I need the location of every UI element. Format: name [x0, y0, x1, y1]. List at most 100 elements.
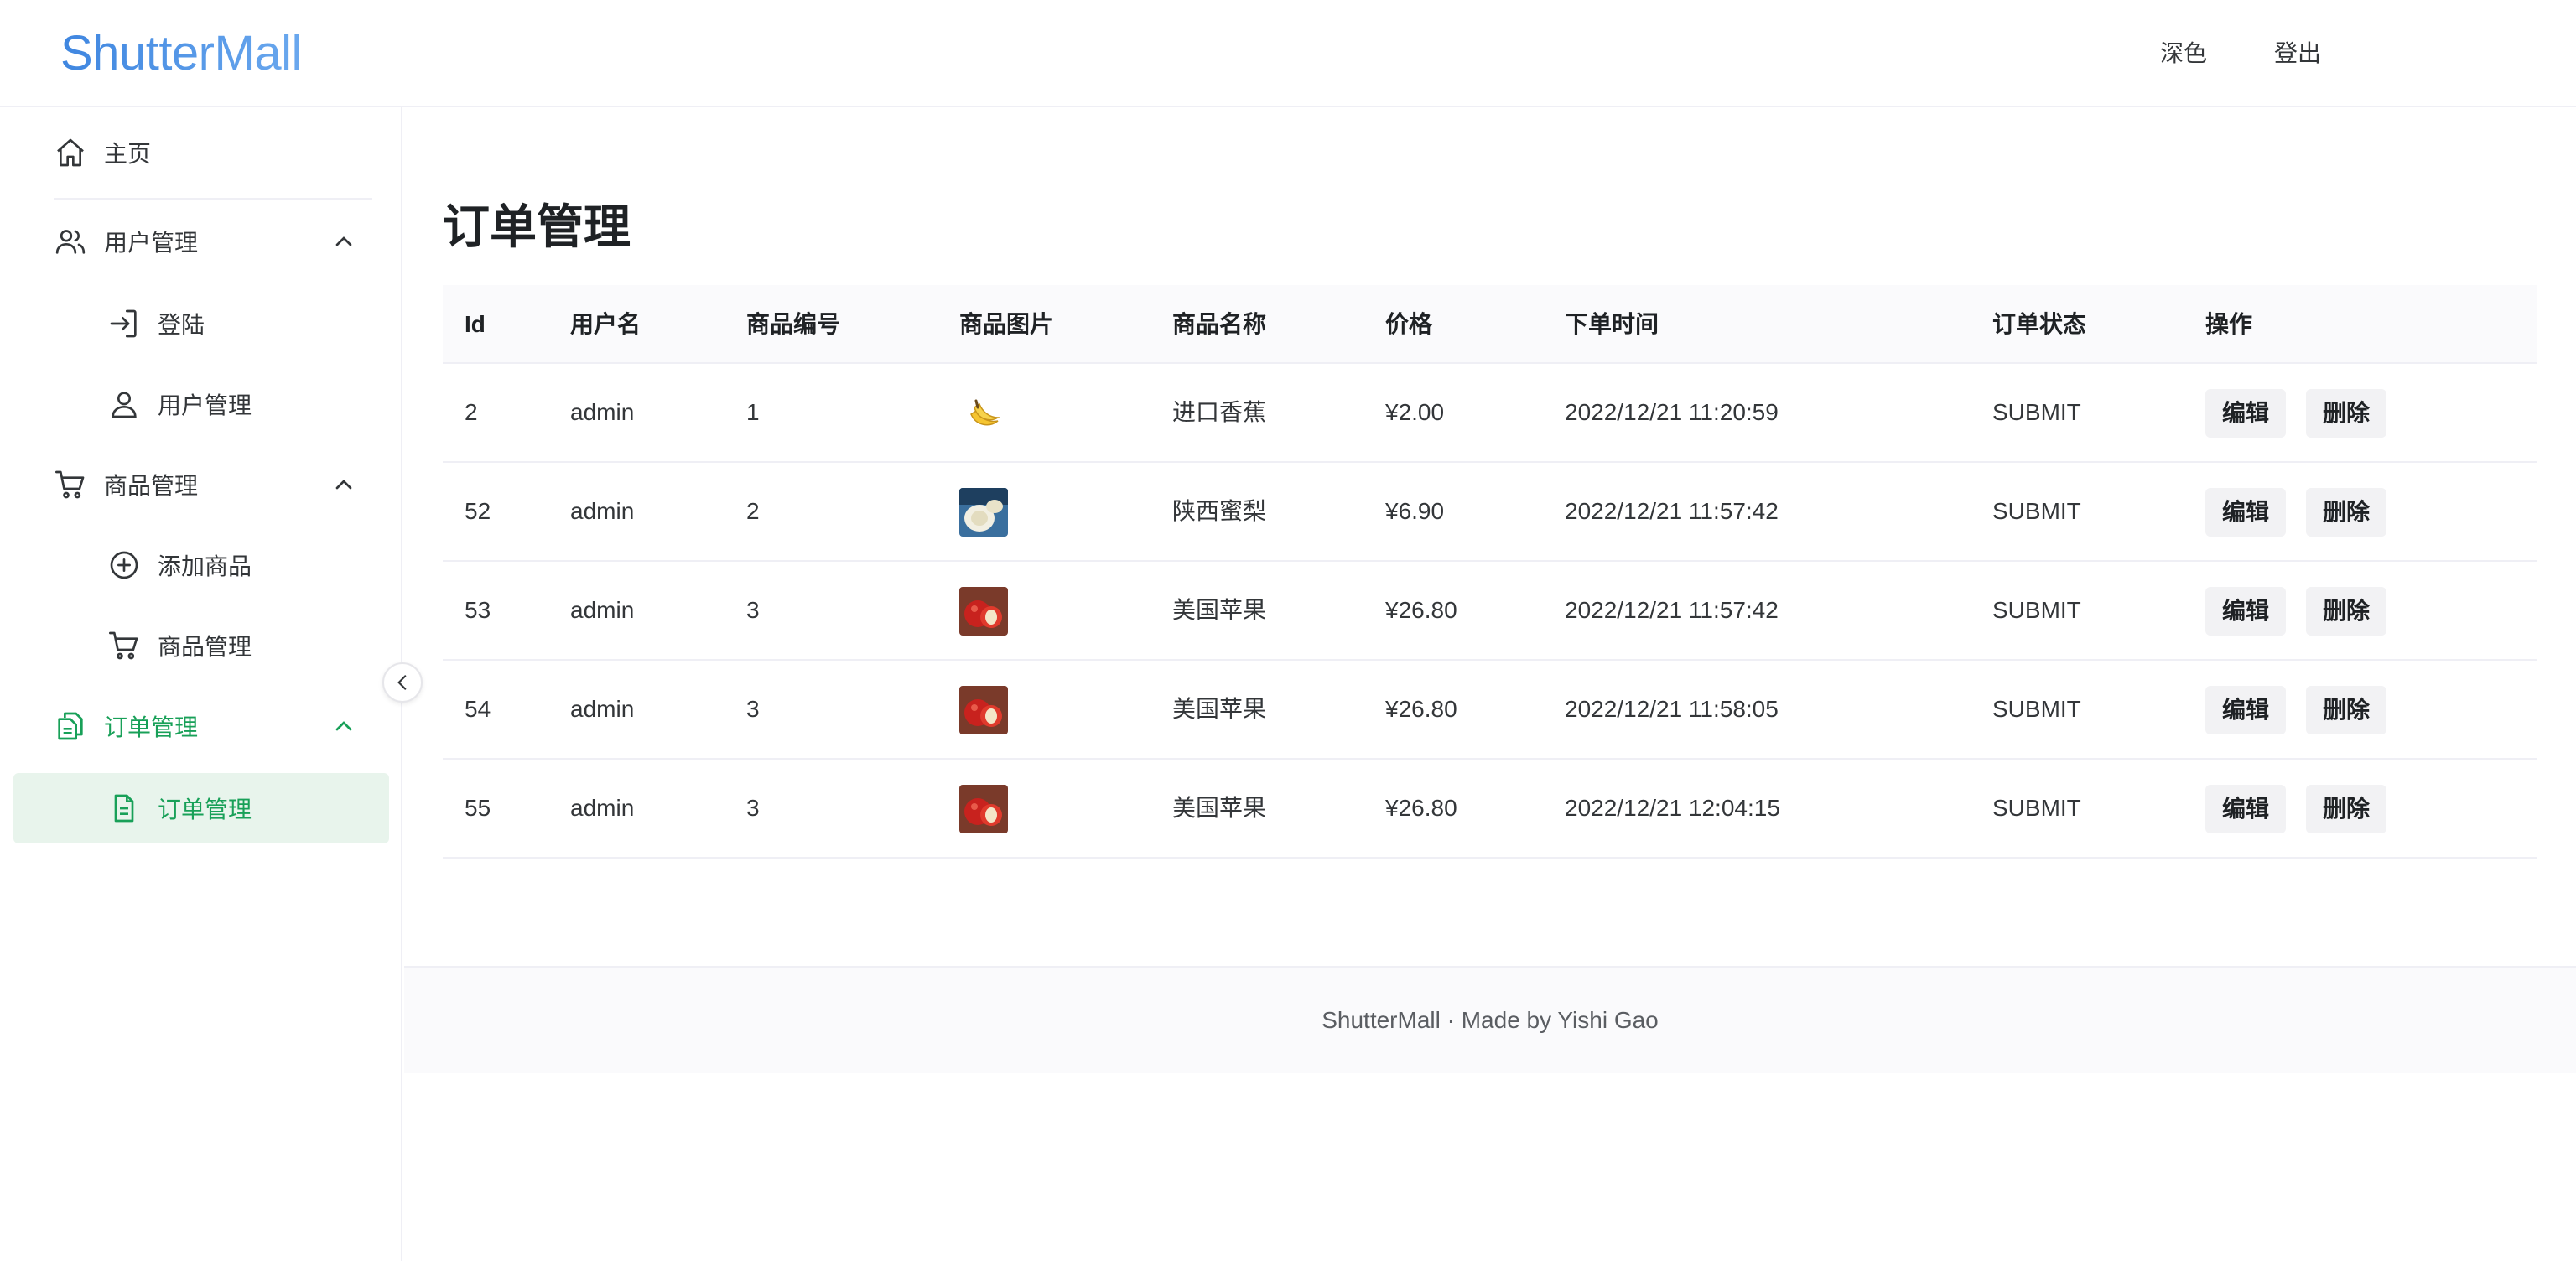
- sidebar-item-home[interactable]: 主页: [54, 117, 372, 188]
- pear-image: [959, 488, 1008, 537]
- table-row: 52 admin 2 陕西蜜梨 ¥6.90 2022/12/21 11:57:4…: [443, 463, 2537, 562]
- cell-price: ¥26.80: [1385, 696, 1457, 722]
- cell-goods-no: 2: [746, 498, 760, 524]
- cell-order-time: 2022/12/21 11:57:42: [1565, 597, 1779, 623]
- dark-theme-button[interactable]: 深色: [2160, 34, 2207, 74]
- cell-status: SUBMIT: [1992, 696, 2081, 722]
- column-header: Id: [465, 311, 486, 337]
- user-icon: [112, 392, 137, 418]
- apple-image: [959, 587, 1008, 636]
- cart-icon: [55, 470, 85, 499]
- chevron-up-icon: [335, 721, 352, 731]
- edit-button[interactable]: 编辑: [2205, 389, 2287, 438]
- table-row: 2 admin 1 进口香蕉 ¥2.00 2022/12/21 11:20:59…: [443, 364, 2537, 463]
- cell-goods-name: 美国苹果: [1172, 696, 1267, 722]
- cell-username: admin: [570, 795, 635, 821]
- footer-text: ShutterMall · Made by Yishi Gao: [1322, 1007, 1659, 1033]
- sidebar-item-order-manage[interactable]: 订单管理: [13, 773, 389, 843]
- cell-goods-name: 陕西蜜梨: [1172, 498, 1267, 524]
- cell-order-time: 2022/12/21 12:04:15: [1565, 795, 1780, 821]
- cell-goods-no: 3: [746, 795, 760, 821]
- plus-circle-icon: [110, 551, 138, 579]
- cell-order-time: 2022/12/21 11:57:42: [1565, 498, 1779, 524]
- cell-id: 53: [465, 597, 491, 623]
- column-header: 订单状态: [1992, 311, 2087, 337]
- sidebar-group-goods[interactable]: 商品管理: [54, 449, 372, 520]
- main-content: 订单管理 Id 用户名 商品编号 商品图片 商品名称 价格 下单时间 订单状态 …: [404, 109, 2576, 1261]
- cell-goods-no: 3: [746, 597, 760, 623]
- delete-button[interactable]: 删除: [2306, 785, 2387, 833]
- cell-status: SUBMIT: [1992, 597, 2081, 623]
- app-logo[interactable]: ShutterMall: [60, 20, 302, 87]
- cell-id: 55: [465, 795, 491, 821]
- home-icon: [57, 138, 84, 167]
- edit-button[interactable]: 编辑: [2205, 488, 2287, 537]
- cart-icon: [109, 631, 138, 660]
- delete-button[interactable]: 删除: [2306, 389, 2387, 438]
- cell-id: 2: [465, 399, 478, 425]
- page-title: 订单管理: [443, 200, 631, 253]
- cell-goods-name: 美国苹果: [1172, 597, 1267, 623]
- top-header: ShutterMall 深色 登出: [0, 0, 2576, 107]
- delete-button[interactable]: 删除: [2306, 686, 2387, 734]
- sidebar-item-add-goods[interactable]: 添加商品: [107, 530, 372, 600]
- login-icon: [110, 309, 137, 338]
- edit-button[interactable]: 编辑: [2205, 587, 2287, 636]
- column-header: 商品编号: [746, 311, 841, 337]
- sidebar-group-orders[interactable]: 订单管理: [54, 691, 372, 761]
- column-header: 用户名: [570, 311, 641, 337]
- sidebar-item-user-manage[interactable]: 用户管理: [107, 369, 372, 439]
- sidebar-item-login[interactable]: 登陆: [107, 288, 372, 359]
- cell-price: ¥6.90: [1385, 498, 1445, 524]
- sidebar-group-label: 订单管理: [104, 714, 199, 740]
- delete-button[interactable]: 删除: [2306, 587, 2387, 636]
- sidebar-item-goods-manage[interactable]: 商品管理: [107, 610, 372, 681]
- column-header: 价格: [1385, 311, 1433, 337]
- apple-image: [959, 785, 1008, 833]
- cell-goods-no: 3: [746, 696, 760, 722]
- sidebar-item-label: 主页: [104, 141, 152, 167]
- cell-order-time: 2022/12/21 11:20:59: [1565, 399, 1779, 425]
- cell-username: admin: [570, 696, 635, 722]
- edit-button[interactable]: 编辑: [2205, 785, 2287, 833]
- cell-price: ¥2.00: [1385, 399, 1445, 425]
- table-row: 54 admin 3 美国苹果 ¥26.80 2022/12/21 11:58:…: [443, 661, 2537, 760]
- cell-price: ¥26.80: [1385, 795, 1457, 821]
- sidebar: 主页 用户管理 登陆 用户管理 商品管理 添加商品 商品管理 订单管理 订单管理: [0, 107, 402, 1261]
- delete-button[interactable]: 删除: [2306, 488, 2387, 537]
- sidebar-group-label: 商品管理: [104, 473, 199, 499]
- sidebar-item-label: 商品管理: [158, 634, 252, 660]
- sidebar-group-users[interactable]: 用户管理: [54, 206, 372, 277]
- column-header: 下单时间: [1565, 311, 1659, 337]
- table-header: Id 用户名 商品编号 商品图片 商品名称 价格 下单时间 订单状态 操作: [443, 285, 2537, 364]
- chevron-left-icon: [397, 675, 407, 690]
- cell-username: admin: [570, 498, 635, 524]
- collapse-sidebar-button[interactable]: [382, 662, 423, 703]
- sidebar-divider: [54, 198, 372, 200]
- sidebar-item-label: 订单管理: [158, 797, 252, 823]
- table-row: 55 admin 3 美国苹果 ¥26.80 2022/12/21 12:04:…: [443, 760, 2537, 859]
- users-icon: [55, 230, 86, 254]
- chevron-up-icon: [335, 480, 352, 490]
- cell-id: 52: [465, 498, 491, 524]
- cell-goods-name: 进口香蕉: [1172, 399, 1267, 425]
- cell-order-time: 2022/12/21 11:58:05: [1565, 696, 1779, 722]
- orders-table: Id 用户名 商品编号 商品图片 商品名称 价格 下单时间 订单状态 操作 2 …: [443, 285, 2537, 859]
- column-header: 操作: [2205, 311, 2253, 337]
- cell-price: ¥26.80: [1385, 597, 1457, 623]
- cell-username: admin: [570, 399, 635, 425]
- banana-image: [959, 389, 1008, 438]
- sidebar-item-label: 登陆: [158, 312, 205, 338]
- footer: ShutterMall · Made by Yishi Gao: [404, 966, 2576, 1073]
- documents-icon: [58, 712, 83, 740]
- cell-goods-no: 1: [746, 399, 760, 425]
- table-row: 53 admin 3 美国苹果 ¥26.80 2022/12/21 11:57:…: [443, 562, 2537, 661]
- edit-button[interactable]: 编辑: [2205, 686, 2287, 734]
- apple-image: [959, 686, 1008, 734]
- column-header: 商品名称: [1172, 311, 1267, 337]
- column-header: 商品图片: [959, 311, 1054, 337]
- cell-username: admin: [570, 597, 635, 623]
- cell-status: SUBMIT: [1992, 498, 2081, 524]
- logout-button[interactable]: 登出: [2274, 34, 2321, 74]
- cell-status: SUBMIT: [1992, 795, 2081, 821]
